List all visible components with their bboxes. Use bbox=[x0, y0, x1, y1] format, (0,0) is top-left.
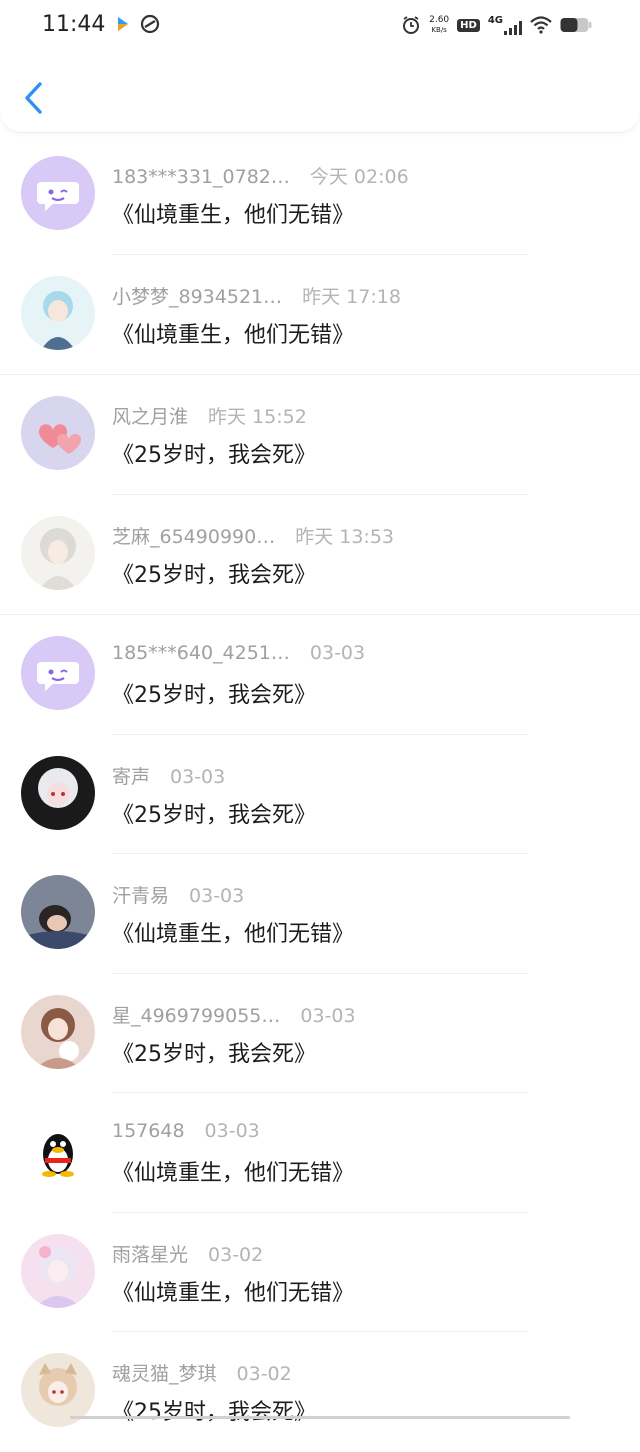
user-avatar[interactable] bbox=[21, 515, 95, 590]
book-title[interactable]: 《25岁时，我会死》 bbox=[112, 797, 316, 829]
comment-meta: 汗青易 03-03 bbox=[112, 881, 244, 908]
comment-meta: 雨落星光 03-02 bbox=[112, 1240, 263, 1267]
book-title[interactable]: 《仙境重生，他们无错》 bbox=[112, 197, 354, 229]
timestamp: 03-03 bbox=[189, 885, 245, 907]
list-item[interactable]: 寄声 03-03 《25岁时，我会死》 bbox=[0, 735, 640, 855]
list-item[interactable]: 183***331_0782… 今天 02:06 《仙境重生，他们无错》 bbox=[0, 135, 640, 255]
username[interactable]: 星_4969799055… bbox=[112, 1001, 280, 1028]
status-bar: 11:44 2.60 KB/s HD 4G bbox=[0, 0, 640, 50]
user-avatar[interactable] bbox=[21, 994, 95, 1069]
book-title[interactable]: 《25岁时，我会死》 bbox=[112, 557, 316, 589]
bottom-scroll-indicator bbox=[70, 1416, 570, 1419]
book-title[interactable]: 《25岁时，我会死》 bbox=[112, 1036, 316, 1068]
username[interactable]: 157648 bbox=[112, 1120, 185, 1142]
user-avatar[interactable] bbox=[21, 275, 95, 350]
comment-meta: 芝麻_65490990… 昨天 13:53 bbox=[112, 522, 394, 549]
sync-app-icon bbox=[140, 14, 160, 34]
book-title[interactable]: 《仙境重生，他们无错》 bbox=[112, 916, 354, 948]
default-avatar[interactable] bbox=[21, 636, 95, 710]
username[interactable]: 魂灵猫_梦琪 bbox=[112, 1359, 217, 1386]
username[interactable]: 寄声 bbox=[112, 762, 150, 789]
cell-signal: 4G bbox=[488, 15, 522, 35]
default-avatar[interactable] bbox=[21, 156, 95, 230]
timestamp: 03-03 bbox=[300, 1004, 356, 1027]
status-indicators: 2.60 KB/s HD 4G bbox=[401, 13, 592, 37]
status-time: 11:44 bbox=[42, 12, 106, 37]
list-item[interactable]: 小梦梦_8934521… 昨天 17:18 《仙境重生，他们无错》 bbox=[0, 255, 640, 375]
user-avatar[interactable] bbox=[21, 755, 95, 830]
list-item[interactable]: 157648 03-03 《仙境重生，他们无错》 bbox=[0, 1093, 640, 1213]
notification-app-icon bbox=[118, 17, 128, 31]
timestamp: 03-02 bbox=[236, 1363, 292, 1385]
username[interactable]: 小梦梦_8934521… bbox=[112, 282, 282, 309]
timestamp: 03-03 bbox=[309, 642, 366, 664]
hd-badge: HD bbox=[457, 18, 480, 32]
user-avatar[interactable] bbox=[21, 396, 95, 470]
comment-meta: 寄声 03-03 bbox=[112, 762, 225, 789]
battery-icon bbox=[560, 18, 592, 32]
timestamp: 03-03 bbox=[170, 765, 226, 788]
comment-meta: 魂灵猫_梦琪 03-02 bbox=[112, 1359, 292, 1386]
timestamp: 03-02 bbox=[208, 1243, 264, 1266]
wifi-icon bbox=[530, 16, 552, 34]
user-avatar[interactable] bbox=[21, 1233, 95, 1308]
username[interactable]: 风之月淮 bbox=[112, 402, 188, 429]
book-title[interactable]: 《25岁时，我会死》 bbox=[112, 677, 316, 709]
comment-meta: 风之月淮 昨天 15:52 bbox=[112, 402, 307, 429]
comment-meta: 157648 03-03 bbox=[112, 1120, 260, 1142]
username[interactable]: 汗青易 bbox=[112, 881, 169, 908]
timestamp: 03-03 bbox=[204, 1120, 260, 1142]
username[interactable]: 185***640_4251… bbox=[112, 642, 290, 664]
list-item[interactable]: 星_4969799055… 03-03 《25岁时，我会死》 bbox=[0, 974, 640, 1094]
alarm-icon bbox=[403, 16, 420, 34]
signal-bars-icon bbox=[504, 21, 522, 35]
list-item[interactable]: 雨落星光 03-02 《仙境重生，他们无错》 bbox=[0, 1213, 640, 1333]
penguin-avatar[interactable] bbox=[21, 1114, 95, 1188]
net-speed: 2.60 KB/s bbox=[429, 15, 450, 34]
book-title[interactable]: 《仙境重生，他们无错》 bbox=[112, 1155, 354, 1187]
list-item[interactable]: 芝麻_65490990… 昨天 13:53 《25岁时，我会死》 bbox=[0, 495, 640, 615]
list-item[interactable]: 汗青易 03-03 《仙境重生，他们无错》 bbox=[0, 854, 640, 974]
nav-header bbox=[0, 50, 640, 133]
timestamp: 昨天 15:52 bbox=[208, 406, 307, 428]
comment-meta: 小梦梦_8934521… 昨天 17:18 bbox=[112, 282, 401, 309]
book-title[interactable]: 《25岁时，我会死》 bbox=[112, 437, 316, 469]
comment-meta: 185***640_4251… 03-03 bbox=[112, 642, 365, 664]
username[interactable]: 雨落星光 bbox=[112, 1240, 188, 1267]
book-title[interactable]: 《仙境重生，他们无错》 bbox=[112, 317, 354, 349]
timestamp: 昨天 17:18 bbox=[302, 285, 401, 308]
book-title[interactable]: 《25岁时，我会死》 bbox=[112, 1394, 316, 1426]
timestamp: 今天 02:06 bbox=[309, 166, 409, 188]
back-chevron-icon[interactable] bbox=[20, 80, 50, 116]
comment-meta: 183***331_0782… 今天 02:06 bbox=[112, 162, 409, 189]
list-item[interactable]: 魂灵猫_梦琪 03-02 《25岁时，我会死》 bbox=[0, 1332, 640, 1452]
username[interactable]: 芝麻_65490990… bbox=[112, 522, 275, 549]
timestamp: 昨天 13:53 bbox=[295, 525, 395, 548]
list-item[interactable]: 风之月淮 昨天 15:52 《25岁时，我会死》 bbox=[0, 375, 640, 495]
comment-list: 183***331_0782… 今天 02:06 《仙境重生，他们无错》 小梦梦… bbox=[0, 135, 640, 1452]
comment-meta: 星_4969799055… 03-03 bbox=[112, 1001, 356, 1028]
user-avatar[interactable] bbox=[21, 875, 95, 949]
list-item[interactable]: 185***640_4251… 03-03 《25岁时，我会死》 bbox=[0, 615, 640, 735]
book-title[interactable]: 《仙境重生，他们无错》 bbox=[112, 1275, 354, 1307]
username[interactable]: 183***331_0782… bbox=[112, 166, 290, 188]
